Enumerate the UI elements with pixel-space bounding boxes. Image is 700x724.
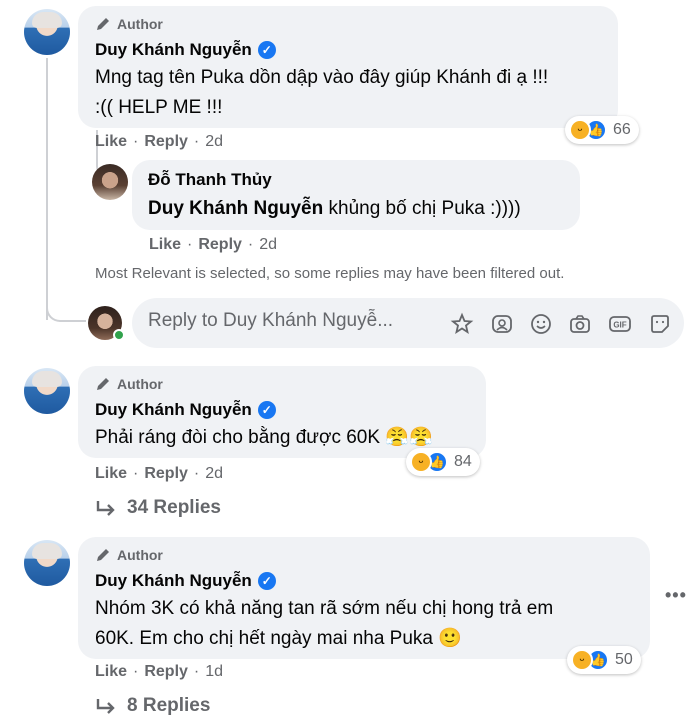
reply-button[interactable]: Reply [144, 133, 188, 151]
reply-button[interactable]: Reply [198, 236, 242, 254]
avatar[interactable] [24, 9, 70, 55]
separator: · [247, 236, 254, 253]
pencil-icon [97, 18, 109, 30]
reply-arrow-icon [96, 699, 115, 714]
avatar[interactable] [92, 164, 128, 200]
avatar[interactable] [24, 540, 70, 586]
haha-reaction-icon: ᵕ [571, 649, 593, 671]
emoji-icon[interactable] [529, 312, 553, 336]
haha-reaction-icon: ᵕ [569, 119, 591, 141]
online-status-indicator [113, 329, 125, 341]
comment-author-name[interactable]: Duy Khánh Nguyễn ✓ [95, 40, 276, 60]
comment-text-line: 60K. Em cho chị hết ngày mai nha Puka 🙂 [95, 628, 462, 649]
comment-author-name[interactable]: Duy Khánh Nguyễn ✓ [95, 571, 276, 591]
reaction-summary[interactable]: ᵕ 👍 84 [406, 448, 480, 476]
pencil-icon [97, 549, 109, 561]
separator: · [193, 663, 200, 680]
separator: · [133, 133, 139, 150]
sticker-icon[interactable] [450, 312, 474, 336]
reply-actions: Like · Reply · 2d [149, 236, 277, 254]
author-name-text[interactable]: Duy Khánh Nguyễn [95, 400, 252, 420]
haha-reaction-icon: ᵕ [410, 451, 432, 473]
author-name-text[interactable]: Duy Khánh Nguyễn [95, 40, 252, 60]
separator: · [133, 465, 139, 482]
comment-text: Mng tag tên Puka dồn dập vào đây giúp Kh… [95, 63, 615, 123]
author-name-text[interactable]: Duy Khánh Nguyễn [95, 571, 252, 591]
comment-timestamp[interactable]: 1d [205, 663, 223, 681]
reply-button[interactable]: Reply [144, 663, 188, 681]
reply-author-name-text[interactable]: Đỗ Thanh Thủy [148, 170, 272, 190]
comment-author-name[interactable]: Duy Khánh Nguyễn ✓ [95, 400, 276, 420]
author-tag-label: Author [117, 16, 163, 32]
replies-count-label[interactable]: 34 Replies [127, 497, 221, 519]
like-button[interactable]: Like [95, 465, 127, 483]
separator: · [187, 236, 193, 253]
reaction-count: 84 [454, 453, 472, 470]
verified-badge-icon: ✓ [257, 401, 276, 419]
comment-actions: Like · Reply · 2d [95, 133, 223, 151]
author-tag-label: Author [117, 547, 163, 563]
author-tag: Author [95, 547, 163, 563]
comment-text-line: Phải ráng đòi cho bằng được 60K 😤😤 [95, 427, 433, 448]
more-options-button[interactable]: ••• [665, 585, 687, 606]
reaction-summary[interactable]: ᵕ 👍 50 [567, 646, 641, 674]
sticker-face-icon[interactable] [648, 312, 672, 336]
reaction-count: 66 [613, 121, 631, 138]
svg-text:GIF: GIF [613, 321, 626, 330]
reply-text-body: khủng bố chị Puka :)))) [323, 198, 521, 219]
verified-badge-icon: ✓ [257, 572, 276, 590]
comment-text: Nhóm 3K có khả năng tan rã sớm nếu chị h… [95, 594, 645, 654]
reply-button[interactable]: Reply [144, 465, 188, 483]
filter-notice: Most Relevant is selected, so some repli… [95, 265, 565, 282]
gif-icon[interactable]: GIF [608, 312, 632, 336]
reply-input-placeholder[interactable]: Reply to Duy Khánh Nguyễ... [148, 310, 393, 332]
thread-curve-input [46, 300, 86, 322]
author-tag-label: Author [117, 376, 163, 392]
comment-text-line: Mng tag tên Puka dồn dập vào đây giúp Kh… [95, 67, 549, 88]
comment-actions: Like · Reply · 1d [95, 663, 223, 681]
reply-author-name[interactable]: Đỗ Thanh Thủy [148, 170, 272, 190]
reply-arrow-icon [96, 501, 115, 516]
comment-timestamp[interactable]: 2d [205, 465, 223, 483]
like-button[interactable]: Like [95, 663, 127, 681]
separator: · [133, 663, 139, 680]
reaction-summary[interactable]: ᵕ 👍 66 [565, 116, 639, 144]
avatar-frame-icon[interactable] [490, 312, 514, 336]
author-tag: Author [95, 16, 163, 32]
like-button[interactable]: Like [95, 133, 127, 151]
camera-icon[interactable] [568, 312, 592, 336]
replies-count-label[interactable]: 8 Replies [127, 695, 210, 717]
comment-timestamp[interactable]: 2d [205, 133, 223, 151]
like-button[interactable]: Like [149, 236, 181, 254]
reply-text: Duy Khánh Nguyễn khủng bố chị Puka :)))) [148, 194, 521, 224]
comment-text-line: :(( HELP ME !!! [95, 97, 223, 118]
reaction-count: 50 [615, 651, 633, 668]
separator: · [193, 465, 200, 482]
comment-actions: Like · Reply · 2d [95, 465, 223, 483]
mention-link[interactable]: Duy Khánh Nguyễn [148, 198, 323, 219]
view-replies-link[interactable]: 34 Replies [95, 497, 221, 519]
separator: · [193, 133, 200, 150]
verified-badge-icon: ✓ [257, 41, 276, 59]
comment-text-line: Nhóm 3K có khả năng tan rã sớm nếu chị h… [95, 598, 554, 619]
pencil-icon [97, 378, 109, 390]
comment-text: Phải ráng đòi cho bằng được 60K 😤😤 [95, 423, 433, 453]
avatar[interactable] [24, 368, 70, 414]
reply-timestamp[interactable]: 2d [259, 236, 277, 254]
author-tag: Author [95, 376, 163, 392]
thread-line [46, 58, 48, 320]
view-replies-link[interactable]: 8 Replies [95, 695, 210, 717]
